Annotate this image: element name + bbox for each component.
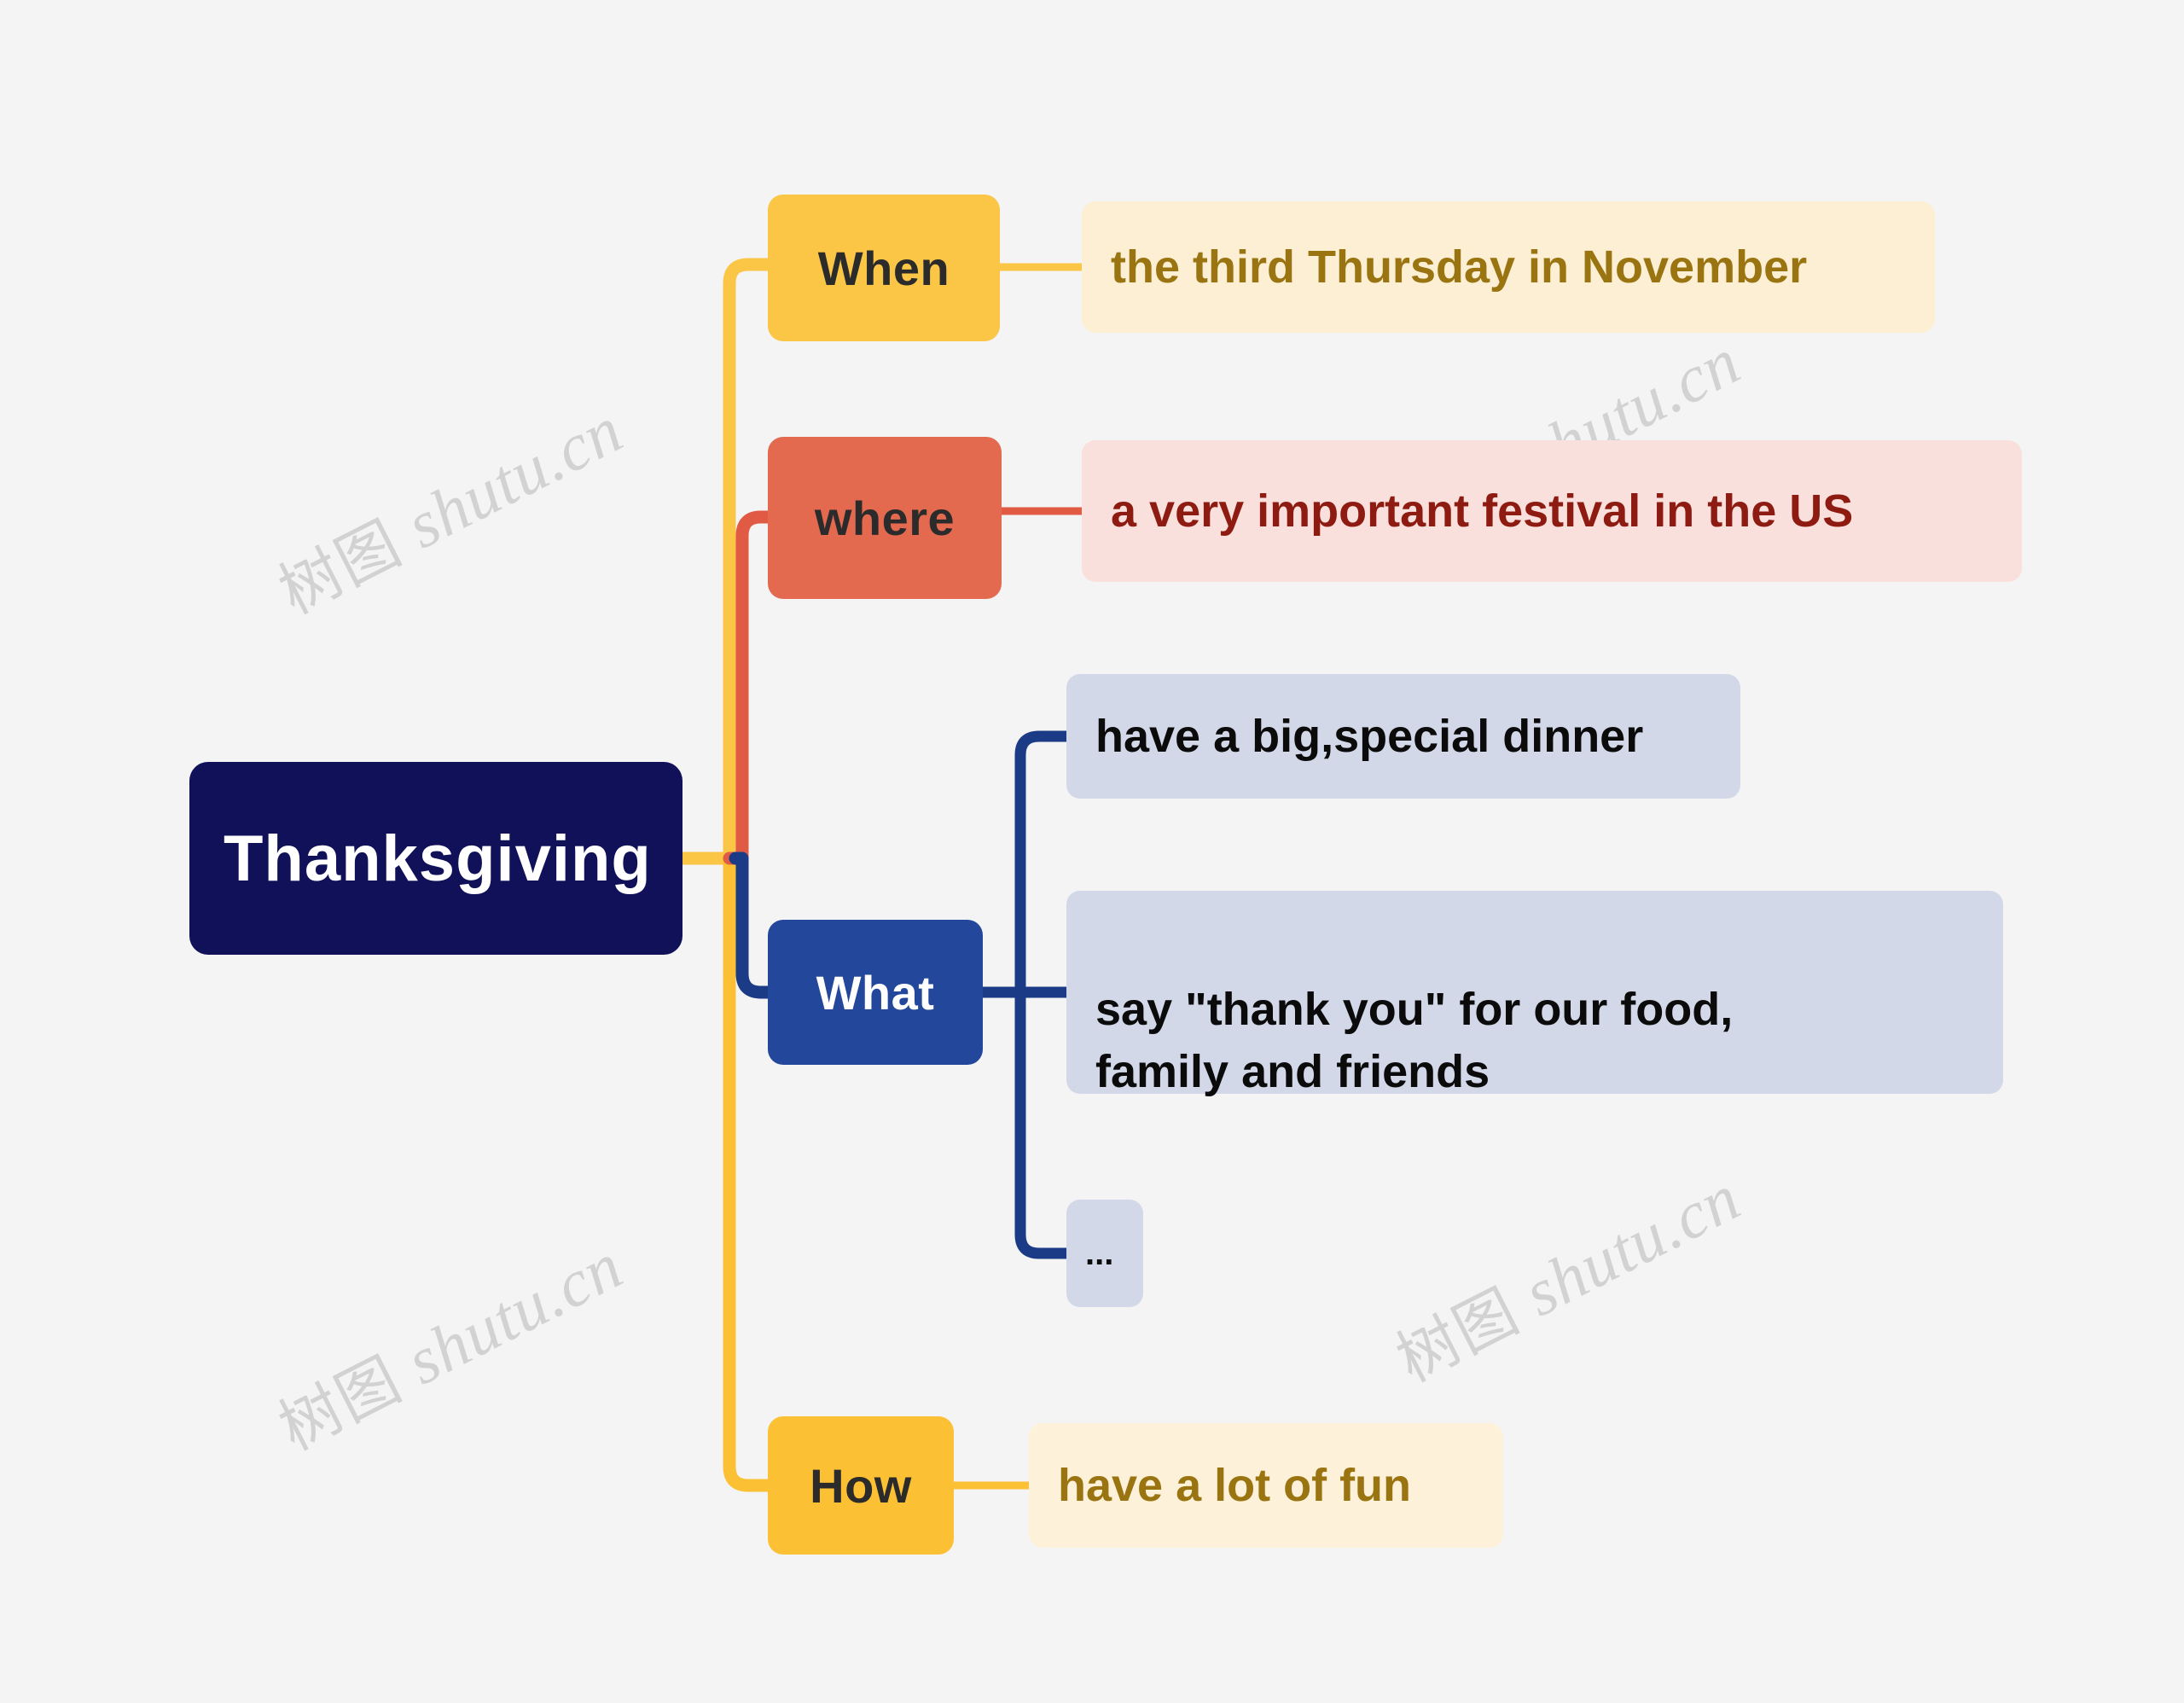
- leaf-node-where-detail[interactable]: a very important festival in the US: [1082, 440, 2022, 582]
- mindmap-canvas: 树图 shutu.cn 树图 shutu.cn 树图 shutu.cn 树图 s…: [0, 0, 2184, 1703]
- branch-node-label: How: [810, 1458, 912, 1513]
- root-node-thanksgiving[interactable]: Thanksgiving: [189, 762, 682, 955]
- leaf-node-what-dinner[interactable]: have a big,special dinner: [1066, 674, 1740, 799]
- leaf-node-label: have a lot of fun: [1058, 1459, 1412, 1511]
- branch-node-where[interactable]: where: [768, 437, 1002, 599]
- leaf-node-label: have a big,special dinner: [1095, 710, 1644, 762]
- node-layer: Thanksgiving When the third Thursday in …: [0, 0, 2184, 1703]
- branch-node-when[interactable]: When: [768, 195, 1000, 341]
- leaf-node-label: the third Thursday in November: [1111, 241, 1808, 293]
- branch-node-what[interactable]: What: [768, 920, 983, 1065]
- leaf-node-label: ...: [1085, 1235, 1114, 1272]
- branch-node-label: where: [814, 491, 956, 545]
- branch-node-label: When: [817, 241, 950, 295]
- leaf-node-what-ellipsis[interactable]: ...: [1066, 1200, 1143, 1307]
- leaf-node-how-detail[interactable]: have a lot of fun: [1029, 1423, 1503, 1548]
- branch-node-label: What: [816, 965, 935, 1020]
- leaf-node-label: a very important festival in the US: [1111, 485, 1854, 537]
- leaf-node-label: say "thank you" for our food, family and…: [1095, 983, 1734, 1097]
- leaf-node-when-detail[interactable]: the third Thursday in November: [1082, 201, 1935, 333]
- root-node-label: Thanksgiving: [224, 822, 652, 895]
- leaf-node-what-thankyou[interactable]: say "thank you" for our food, family and…: [1066, 891, 2003, 1097]
- branch-node-how[interactable]: How: [768, 1416, 954, 1555]
